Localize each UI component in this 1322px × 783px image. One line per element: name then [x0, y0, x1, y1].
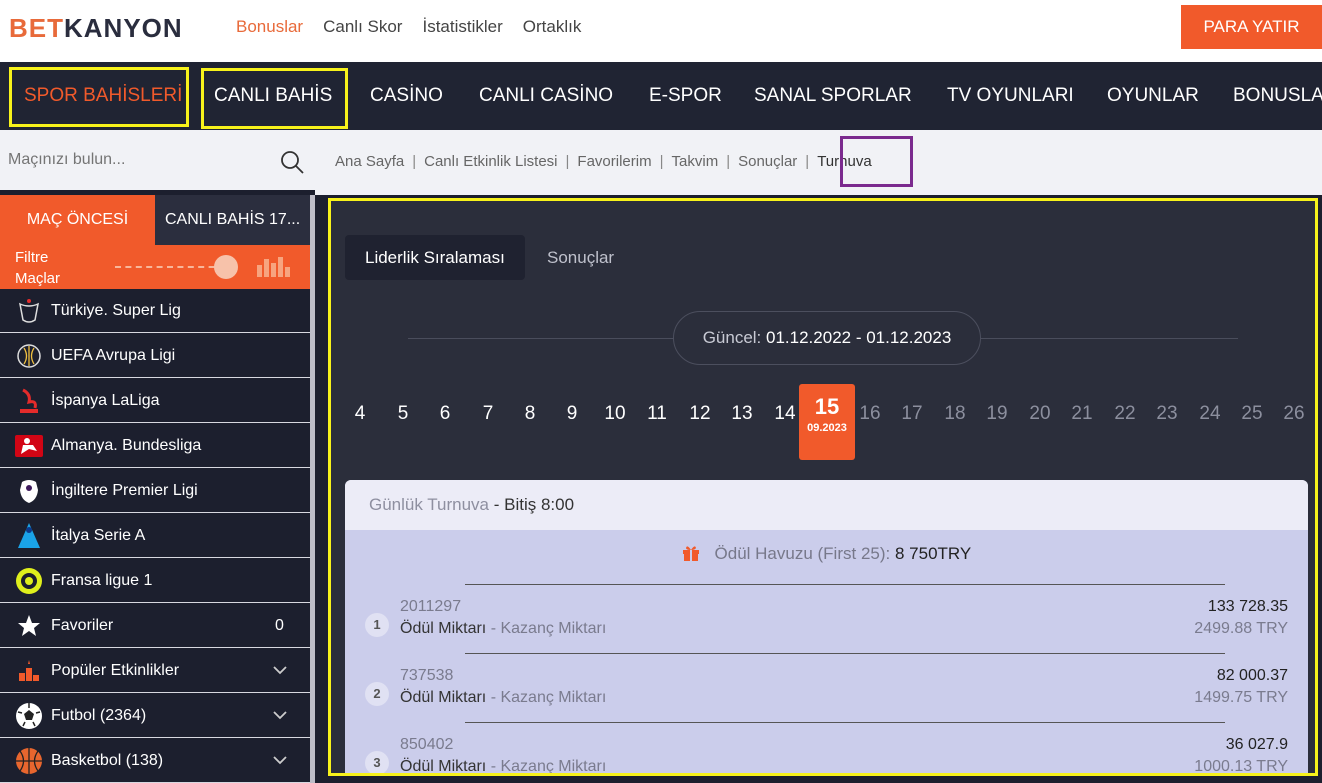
- europa-league-icon: [15, 342, 43, 370]
- sidebar-item-super-lig[interactable]: Türkiye. Super Lig: [0, 289, 310, 333]
- ligue1-icon: [15, 567, 43, 595]
- nav-canli-casino[interactable]: CANLI CASİNO: [479, 62, 613, 130]
- bundesliga-icon: [15, 432, 43, 460]
- highlight-canli-bahis: [201, 68, 348, 129]
- sidebar-item-label: Favoriler: [51, 616, 114, 634]
- crumb-favorilerim[interactable]: Favorilerim: [577, 153, 651, 170]
- premier-league-icon: [15, 477, 43, 505]
- highlight-tournament-panel: [328, 198, 1318, 776]
- basketball-icon: [15, 747, 43, 775]
- sidebar: MAÇ ÖNCESİ CANLI BAHİS 17... Filtre Maçl…: [0, 195, 310, 783]
- sidebar-item-premier-league[interactable]: İngiltere Premier Ligi: [0, 469, 310, 513]
- chevron-down-icon[interactable]: [272, 662, 288, 678]
- sidebar-item-label: Basketbol (138): [51, 751, 164, 769]
- sidebar-item-bundesliga[interactable]: Almanya. Bundesliga: [0, 424, 310, 468]
- topnav-canli-skor[interactable]: Canlı Skor: [323, 17, 402, 37]
- topnav-istatistikler[interactable]: İstatistikler: [422, 17, 502, 37]
- sidebar-scrollbar[interactable]: [310, 195, 315, 783]
- nav-tv-oyunlari[interactable]: TV OYUNLARI: [947, 62, 1074, 130]
- deposit-button[interactable]: PARA YATIR: [1181, 5, 1322, 49]
- breadcrumb: Ana Sayfa | Canlı Etkinlik Listesi | Favor…: [335, 153, 872, 170]
- sidebar-item-laliga[interactable]: İspanya LaLiga: [0, 379, 310, 423]
- top-nav: Bonuslar Canlı Skor İstatistikler Ortakl…: [236, 17, 581, 37]
- podium-icon: [15, 657, 43, 685]
- breadcrumb-bar: Ana Sayfa | Canlı Etkinlik Listesi | Favor…: [315, 130, 1322, 195]
- chevron-down-icon[interactable]: [272, 752, 288, 768]
- crumb-takvim[interactable]: Takvim: [672, 153, 719, 170]
- nav-sanal-sporlar[interactable]: SANAL SPORLAR: [754, 62, 912, 130]
- filter-label: Filtre Maçlar: [15, 249, 61, 287]
- topnav-bonuslar[interactable]: Bonuslar: [236, 17, 303, 37]
- sidebar-item-ligue1[interactable]: Fransa ligue 1: [0, 559, 310, 603]
- highlight-spor-bahisleri: [9, 67, 189, 127]
- search-icon[interactable]: [280, 150, 304, 174]
- nav-e-spor[interactable]: E-SPOR: [649, 62, 722, 130]
- sidebar-item-label: İngiltere Premier Ligi: [51, 481, 198, 499]
- logo[interactable]: BETKANYON: [9, 13, 183, 44]
- tab-mac-oncesi[interactable]: MAÇ ÖNCESİ: [0, 195, 155, 245]
- filter-slider-handle[interactable]: [214, 255, 238, 279]
- sidebar-item-label: Türkiye. Super Lig: [51, 301, 181, 319]
- sidebar-item-basketbol[interactable]: Basketbol (138): [0, 739, 310, 783]
- sidebar-item-label: UEFA Avrupa Ligi: [51, 346, 176, 364]
- logo-kanyon: KANYON: [64, 13, 183, 43]
- sidebar-item-populer[interactable]: Popüler Etkinlikler: [0, 649, 310, 693]
- highlight-turnuva: [840, 136, 913, 187]
- main-nav: SPOR BAHİSLERİ CANLI BAHİS CASİNO CANLI …: [0, 62, 1322, 130]
- search-input[interactable]: [0, 130, 270, 190]
- sidebar-item-favoriler[interactable]: Favoriler 0: [0, 604, 310, 648]
- football-icon: [15, 702, 43, 730]
- sidebar-item-label: Almanya. Bundesliga: [51, 436, 202, 454]
- bar-chart-icon[interactable]: [256, 257, 290, 277]
- super-lig-icon: [15, 297, 43, 325]
- top-bar: BETKANYON Bonuslar Canlı Skor İstatistik…: [0, 0, 1322, 62]
- crumb-ana-sayfa[interactable]: Ana Sayfa: [335, 153, 404, 170]
- laliga-icon: [15, 387, 43, 415]
- logo-bet: BET: [9, 13, 64, 43]
- topnav-ortaklik[interactable]: Ortaklık: [523, 17, 582, 37]
- nav-casino[interactable]: CASİNO: [370, 62, 443, 130]
- nav-oyunlar[interactable]: OYUNLAR: [1107, 62, 1199, 130]
- sidebar-item-label: İtalya Serie A: [51, 526, 146, 544]
- tab-canli-bahis[interactable]: CANLI BAHİS 17...: [155, 195, 310, 245]
- filter-slider-track[interactable]: [115, 266, 225, 268]
- nav-bonuslar[interactable]: BONUSLAR: [1233, 62, 1322, 130]
- star-icon: [15, 612, 43, 640]
- sidebar-item-label: Popüler Etkinlikler: [51, 661, 180, 679]
- sidebar-item-label: Fransa ligue 1: [51, 571, 153, 589]
- favorites-count: 0: [275, 616, 284, 634]
- sidebar-item-serie-a[interactable]: İtalya Serie A: [0, 514, 310, 558]
- serie-a-icon: [15, 522, 43, 550]
- crumb-canli-etkinlik[interactable]: Canlı Etkinlik Listesi: [424, 153, 557, 170]
- sidebar-item-uefa[interactable]: UEFA Avrupa Ligi: [0, 334, 310, 378]
- sidebar-item-futbol[interactable]: Futbol (2364): [0, 694, 310, 738]
- search-bar: [0, 130, 315, 190]
- sidebar-item-label: Futbol (2364): [51, 706, 147, 724]
- chevron-down-icon[interactable]: [272, 707, 288, 723]
- crumb-sonuclar[interactable]: Sonuçlar: [738, 153, 797, 170]
- sidebar-item-label: İspanya LaLiga: [51, 391, 160, 409]
- filter-bar: Filtre Maçlar: [0, 245, 310, 289]
